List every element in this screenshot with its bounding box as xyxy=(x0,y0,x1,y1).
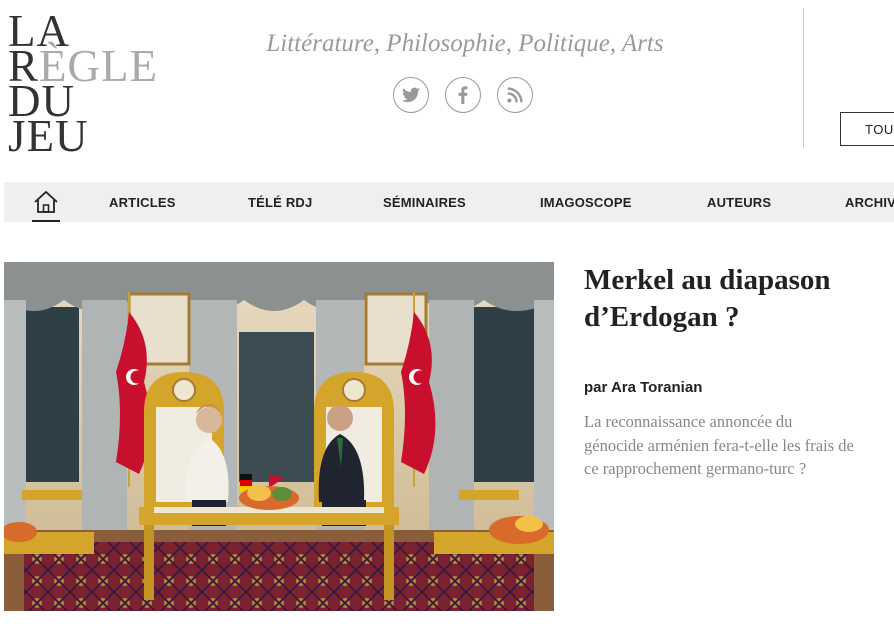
article-title[interactable]: Merkel au diapason d’Erdogan ? xyxy=(584,262,844,336)
nav-item-tele-rdj[interactable]: TÉLÉ RDJ xyxy=(248,195,312,210)
nav-item-articles[interactable]: ARTICLES xyxy=(109,195,176,210)
logo-line-4: JEU xyxy=(8,111,89,161)
site-logo[interactable]: LA RÈGLE DU JEU xyxy=(8,9,158,161)
article-photo[interactable] xyxy=(4,262,554,611)
header-divider xyxy=(803,8,804,148)
article-excerpt: La reconnaissance annoncée du génocide a… xyxy=(584,412,854,478)
tous-button[interactable]: TOUS xyxy=(840,112,894,146)
nav-item-archives[interactable]: ARCHIV xyxy=(845,195,894,210)
twitter-icon[interactable] xyxy=(393,77,429,113)
article-author[interactable]: par Ara Toranian xyxy=(584,379,702,396)
site-tagline: Littérature, Philosophie, Politique, Art… xyxy=(266,30,664,57)
home-active-underline xyxy=(32,220,60,222)
nav-item-auteurs[interactable]: AUTEURS xyxy=(707,195,771,210)
home-icon[interactable] xyxy=(32,189,60,222)
rss-icon[interactable] xyxy=(497,77,533,113)
nav-item-imagoscope[interactable]: IMAGOSCOPE xyxy=(540,195,632,210)
main-nav: ARTICLES TÉLÉ RDJ SÉMINAIRES IMAGOSCOPE … xyxy=(4,182,894,222)
facebook-icon[interactable] xyxy=(445,77,481,113)
nav-item-seminaires[interactable]: SÉMINAIRES xyxy=(383,195,466,210)
social-links xyxy=(393,77,533,113)
